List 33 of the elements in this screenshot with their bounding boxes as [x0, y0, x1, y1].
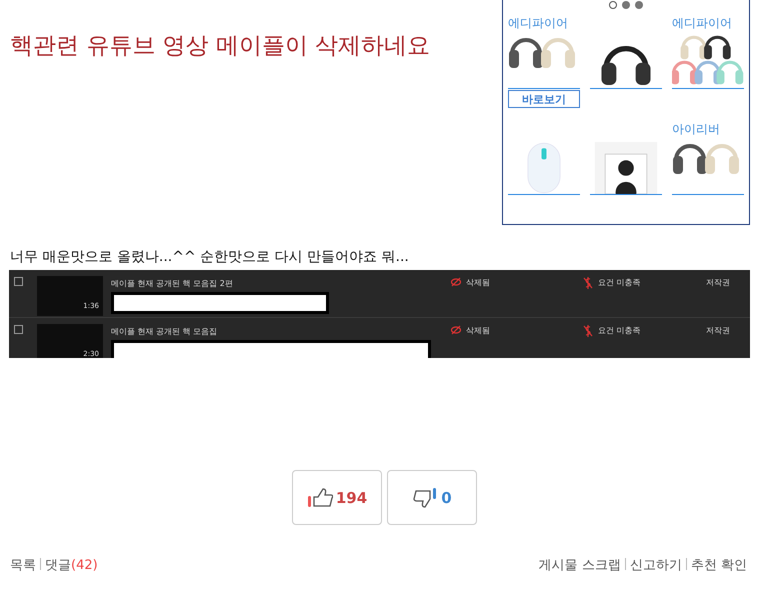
downvote-button[interactable]: 0 — [387, 470, 477, 525]
hidden-icon — [451, 325, 461, 335]
monetization-status: 요건 미충족 — [598, 277, 641, 288]
brand-label[interactable]: 에디파이어 — [508, 15, 568, 32]
carousel-dot[interactable] — [635, 1, 643, 9]
video-title: 메이플 현재 공개된 핵 모음집 2편 — [111, 278, 234, 289]
post-caption: 너무 매운맛으로 올렸나...^^ 순한맛으로 다시 만들어야죠 뭐... — [10, 248, 410, 266]
copyright-label: 저작권 — [705, 277, 731, 289]
footer-link[interactable]: 목록 — [10, 558, 36, 573]
upvote-button[interactable]: 194 — [292, 470, 382, 525]
no-money-icon — [583, 325, 593, 337]
thumbs-down-icon — [412, 486, 438, 508]
footer-link[interactable]: 신고하기 — [630, 558, 682, 573]
monetization-status: 요건 미충족 — [598, 325, 641, 336]
footer-link[interactable]: 댓글(42) — [45, 558, 98, 573]
carousel-dot[interactable] — [622, 1, 630, 9]
carousel-dot[interactable] — [609, 1, 617, 9]
video-title: 메이플 현재 공개된 핵 모음집 — [111, 326, 218, 337]
headphones-drawing — [672, 34, 744, 86]
brand-label[interactable]: 에디파이어 — [672, 15, 732, 32]
copyright-label: 저작권 — [705, 325, 731, 337]
video-status: 삭제됨 — [466, 325, 490, 336]
hidden-icon — [451, 277, 461, 287]
video-status: 삭제됨 — [466, 277, 490, 288]
post-title: 핵관련 유튜브 영상 메이플이 삭제하네요 — [10, 32, 430, 61]
footer-link[interactable]: 추천 확인 — [690, 558, 747, 573]
no-money-icon — [583, 277, 593, 289]
brand-label[interactable]: 아이리버 — [672, 121, 720, 138]
checkbox[interactable] — [14, 325, 23, 334]
footer-link[interactable]: 게시물 스크랩 — [538, 558, 621, 573]
checkbox[interactable] — [14, 277, 23, 286]
view-button[interactable]: 바로보기 — [508, 90, 580, 108]
thumbs-up-icon — [306, 486, 333, 508]
